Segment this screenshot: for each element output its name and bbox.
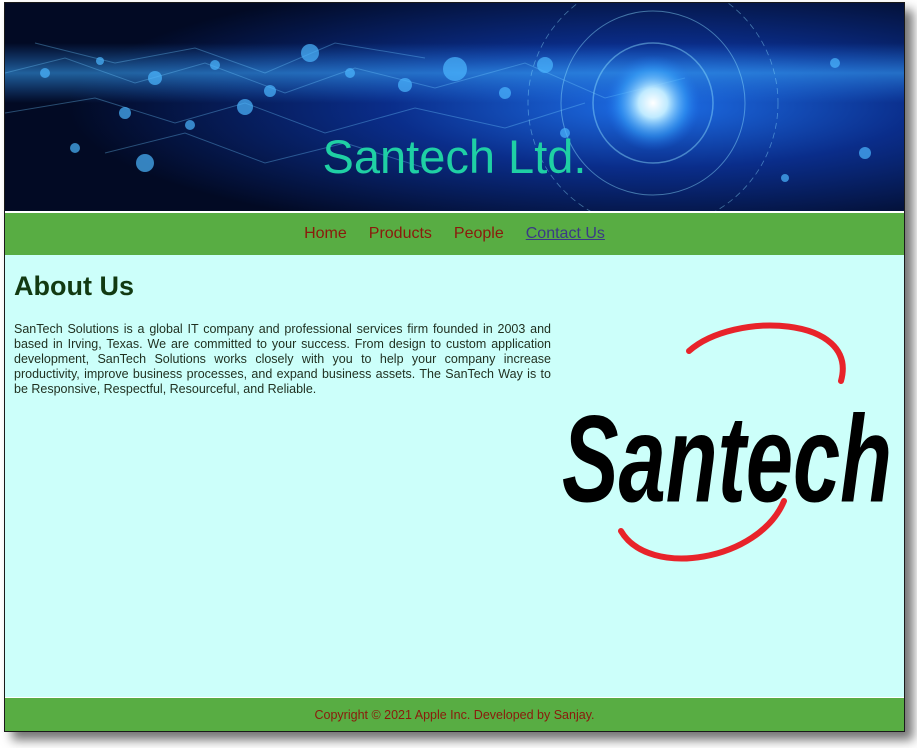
page-frame: Santech Ltd. Home Products People Contac… — [4, 2, 905, 732]
logo-wordmark: Santech — [562, 389, 892, 528]
nav-link-people[interactable]: People — [454, 225, 504, 243]
nav-link-contact-us[interactable]: Contact Us — [526, 225, 605, 243]
about-paragraph: SanTech Solutions is a global IT company… — [14, 322, 551, 396]
santech-logo: Santech — [562, 322, 892, 562]
main-nav: Home Products People Contact Us — [5, 211, 904, 255]
page-heading: About Us — [14, 271, 134, 301]
header-banner: Santech Ltd. — [5, 3, 904, 211]
main-content: About Us SanTech Solutions is a global I… — [5, 255, 904, 697]
copyright-text: Copyright © 2021 Apple Inc. Developed by… — [314, 708, 595, 722]
nav-link-home[interactable]: Home — [304, 225, 347, 243]
nav-link-products[interactable]: Products — [369, 225, 432, 243]
footer: Copyright © 2021 Apple Inc. Developed by… — [5, 697, 904, 731]
site-title: Santech Ltd. — [322, 130, 587, 183]
